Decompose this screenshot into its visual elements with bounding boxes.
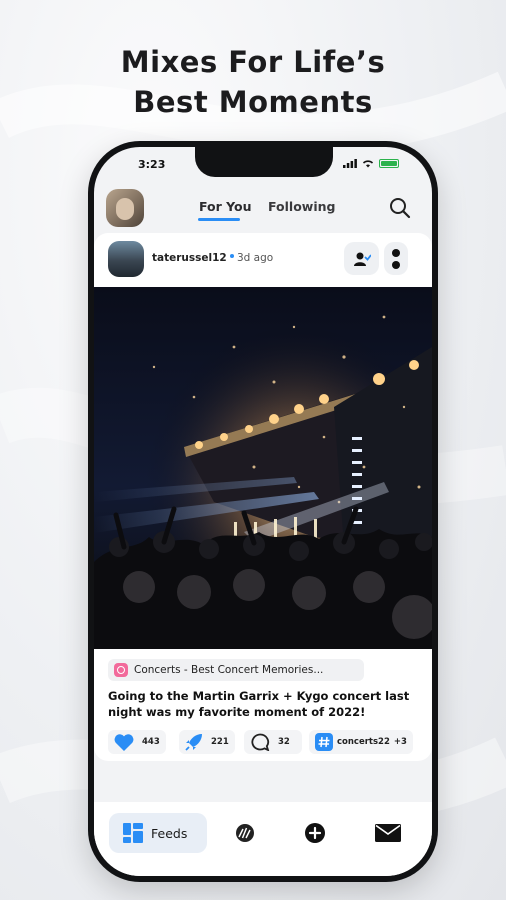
phone-frame: 3:23 For You Following taterussel12 3d a… <box>88 141 438 882</box>
more-icon-dot <box>392 249 400 257</box>
rocket-icon <box>185 734 202 751</box>
comment-icon <box>251 733 270 751</box>
community-chip[interactable]: Concerts - Best Concert Memories... <box>108 659 364 681</box>
top-bar: For You Following <box>94 185 432 233</box>
like-count: 443 <box>142 737 160 747</box>
headline-line-2: Best Moments <box>133 85 373 119</box>
add-icon[interactable] <box>304 822 326 844</box>
status-icons <box>343 159 399 168</box>
hashtag-icon <box>315 733 333 751</box>
phone-screen: 3:23 For You Following taterussel12 3d a… <box>94 147 432 876</box>
headline: Mixes For Life’s Best Moments <box>0 42 506 122</box>
author-avatar[interactable] <box>108 241 144 277</box>
profile-avatar[interactable] <box>106 189 144 227</box>
tab-following[interactable]: Following <box>268 199 335 214</box>
headline-line-1: Mixes For Life’s <box>120 45 386 79</box>
post-header: taterussel12 3d ago <box>94 233 432 283</box>
author-name[interactable]: taterussel12 <box>152 252 227 264</box>
post-card: taterussel12 3d ago Concerts - Best Conc… <box>94 233 432 761</box>
follow-button[interactable] <box>344 242 379 275</box>
hashtag-button[interactable]: concerts22 +3 <box>309 730 413 754</box>
community-icon <box>114 663 128 677</box>
bottom-nav: Feeds <box>94 802 432 876</box>
more-options-button[interactable] <box>384 242 408 275</box>
nav-feeds-button[interactable]: Feeds <box>109 813 207 853</box>
feeds-icon <box>123 823 143 843</box>
active-tab-indicator <box>198 218 240 221</box>
boost-count: 221 <box>211 737 229 747</box>
like-button[interactable]: 443 <box>108 730 166 754</box>
separator-dot <box>230 254 234 258</box>
hashtag-label: concerts22 <box>337 737 390 747</box>
hashtag-more-count: +3 <box>393 737 407 747</box>
post-time: 3d ago <box>237 252 274 264</box>
post-caption: Going to the Martin Garrix + Kygo concer… <box>108 689 410 719</box>
nav-feeds-label: Feeds <box>151 825 188 841</box>
boost-button[interactable]: 221 <box>179 730 235 754</box>
add-friend-icon <box>353 252 371 266</box>
signal-icon <box>343 159 357 168</box>
post-actions: 443 221 32 concerts22 +3 <box>108 730 426 754</box>
phone-notch <box>195 147 333 177</box>
status-time: 3:23 <box>138 158 166 171</box>
wifi-icon <box>362 160 374 168</box>
tab-for-you[interactable]: For You <box>199 199 252 214</box>
post-image-concert[interactable] <box>94 287 432 649</box>
comment-button[interactable]: 32 <box>244 730 302 754</box>
mail-icon[interactable] <box>374 822 402 844</box>
search-icon[interactable] <box>388 196 412 220</box>
discover-icon[interactable] <box>234 822 256 844</box>
community-label: Concerts - Best Concert Memories... <box>134 664 324 676</box>
battery-icon <box>379 159 399 168</box>
comment-count: 32 <box>278 737 290 747</box>
more-icon-dot <box>392 261 400 269</box>
heart-icon <box>114 733 134 751</box>
